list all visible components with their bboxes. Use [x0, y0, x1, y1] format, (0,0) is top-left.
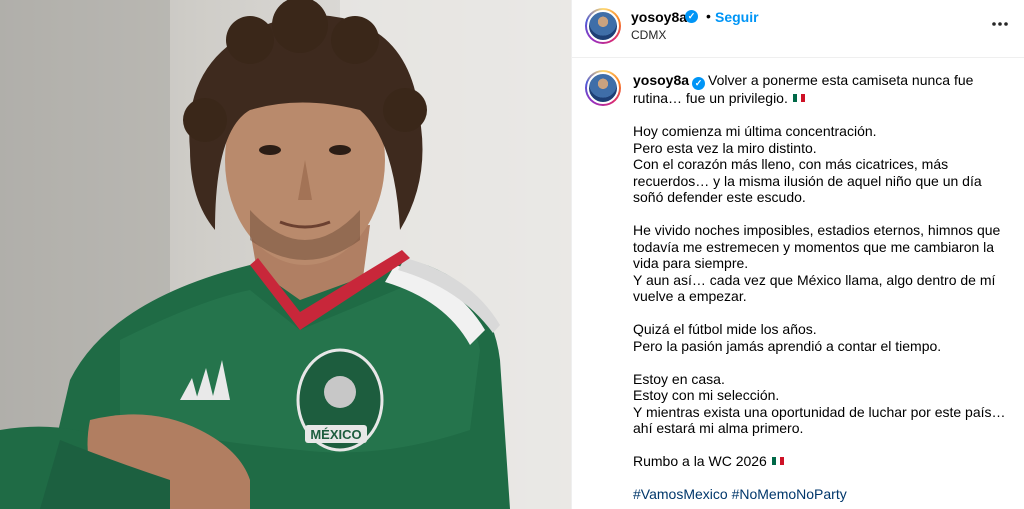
- caption-line: He vivido noches imposibles, estadios et…: [633, 222, 1001, 271]
- caption-line: Pero la pasión jamás aprendió a contar e…: [633, 337, 942, 354]
- post-photo-illustration: MÉXICO: [0, 0, 571, 509]
- verified-badge-icon: ✓: [692, 77, 706, 90]
- caption-area: yosoy8a ✓ Volver a ponerme esta camiseta n…: [572, 58, 1024, 509]
- mexico-flag-icon: [771, 457, 784, 465]
- more-options-icon[interactable]: [990, 14, 1010, 34]
- caption-paragraph: Hoy comienza mi última concentración. Pe…: [633, 123, 1013, 206]
- caption-line: Pero esta vez la miro distinto.: [633, 139, 817, 156]
- post-side-panel: yosoy8a ✓ • Seguir CDMX yosoy8a ✓ Volver a…: [571, 0, 1024, 509]
- caption-line: Y aun así… cada vez que México llama, al…: [633, 271, 996, 305]
- caption-paragraph: Estoy en casa. Estoy con mi selección. Y…: [633, 371, 1013, 437]
- separator-dot: •: [706, 8, 711, 24]
- post-header: yosoy8a ✓ • Seguir CDMX: [572, 0, 1024, 58]
- caption-avatar[interactable]: [585, 70, 621, 106]
- caption-paragraph: He vivido noches imposibles, estadios et…: [633, 222, 1013, 305]
- caption-line: Hoy comienza mi última concentración.: [633, 123, 877, 139]
- hashtag-link[interactable]: #NoMemoNoParty: [732, 486, 847, 502]
- caption-text: yosoy8a ✓ Volver a ponerme esta camiseta n…: [633, 72, 1013, 503]
- jersey-badge-text: MÉXICO: [310, 427, 361, 442]
- caption-paragraph: Quizá el fútbol mide los años. Pero la p…: [633, 321, 1013, 354]
- username-link[interactable]: yosoy8a: [631, 9, 687, 25]
- hashtag-link[interactable]: #VamosMexico: [633, 486, 728, 502]
- caption-line: Y mientras exista una oportunidad de luc…: [633, 403, 1006, 437]
- caption-line: Quizá el fútbol mide los años.: [633, 321, 817, 337]
- caption-line: Estoy en casa.: [633, 370, 725, 387]
- mexico-flag-icon: [792, 94, 805, 102]
- caption-closing: Rumbo a la WC 2026: [633, 453, 767, 469]
- location-link[interactable]: CDMX: [631, 28, 666, 42]
- caption-line: Con el corazón más lleno, con más cicatr…: [633, 156, 982, 205]
- caption-username[interactable]: yosoy8a: [633, 72, 689, 88]
- caption-line: Estoy con mi selección.: [633, 387, 780, 403]
- avatar[interactable]: [585, 8, 621, 44]
- verified-badge-icon: ✓: [685, 10, 698, 23]
- post-photo[interactable]: MÉXICO: [0, 0, 571, 509]
- follow-button[interactable]: Seguir: [715, 9, 759, 25]
